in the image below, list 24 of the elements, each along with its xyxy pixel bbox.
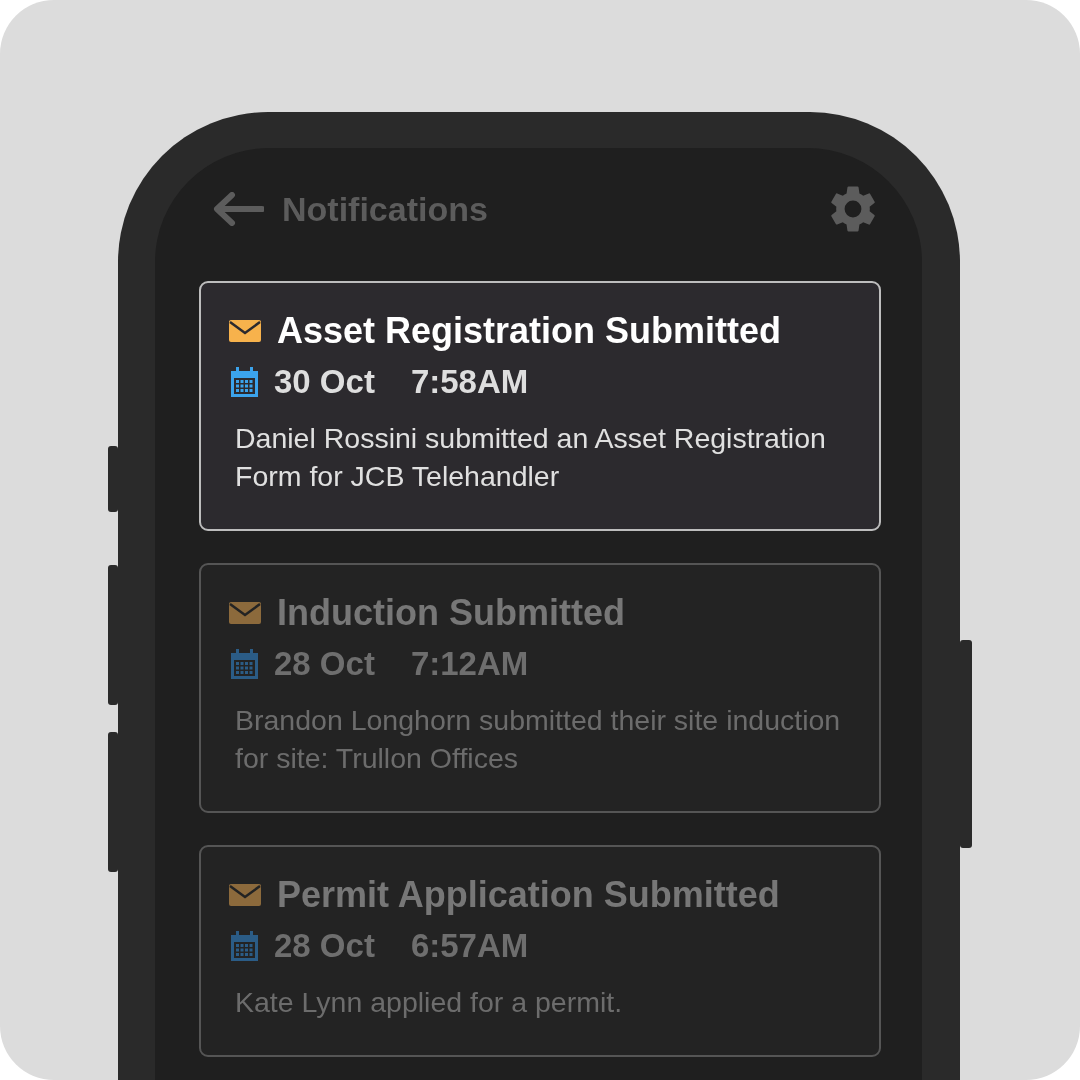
notification-date: 28 Oct [274,644,375,684]
notification-message: Kate Lynn applied for a permit. [235,985,624,1020]
notification-time: 6:57AM [410,926,529,966]
notification-date: 28 Oct [274,926,375,966]
calendar-icon [231,367,258,397]
notification-card[interactable]: Asset Registration Submitted 30 Oct 7:58AM Daniel Rossini submitted an Asset Registration Form for JCB Telehandler [199,281,881,531]
envelope-icon [229,602,261,624]
envelope-icon [229,884,261,906]
notification-time: 7:12AM [410,644,529,684]
notification-title: Permit Application Submitted [277,873,780,917]
notification-title: Asset Registration Submitted [277,309,782,353]
notification-time: 7:58AM [410,362,529,402]
back-arrow-icon [212,192,264,226]
back-button[interactable] [212,192,264,226]
calendar-icon [231,649,258,679]
calendar-icon [231,931,258,961]
notification-date: 30 Oct [274,362,375,402]
notification-message: Daniel Rossini submitted an Asset Registration Form for JCB Telehandler [235,421,827,494]
screen-title: Notifications [282,189,489,229]
notification-title: Induction Submitted [277,591,625,635]
notification-card[interactable]: Induction Submitted 28 Oct 7:12AM Brandon Longhorn submitted their site induction for site: Trullon Offices [199,563,881,813]
notification-message: Brandon Longhorn submitted their site induction for site: Trullon Offices [235,703,842,776]
envelope-icon [229,320,261,342]
notification-card[interactable]: Permit Application Submitted 28 Oct 6:57AM Kate Lynn applied for a permit. [199,845,881,1057]
